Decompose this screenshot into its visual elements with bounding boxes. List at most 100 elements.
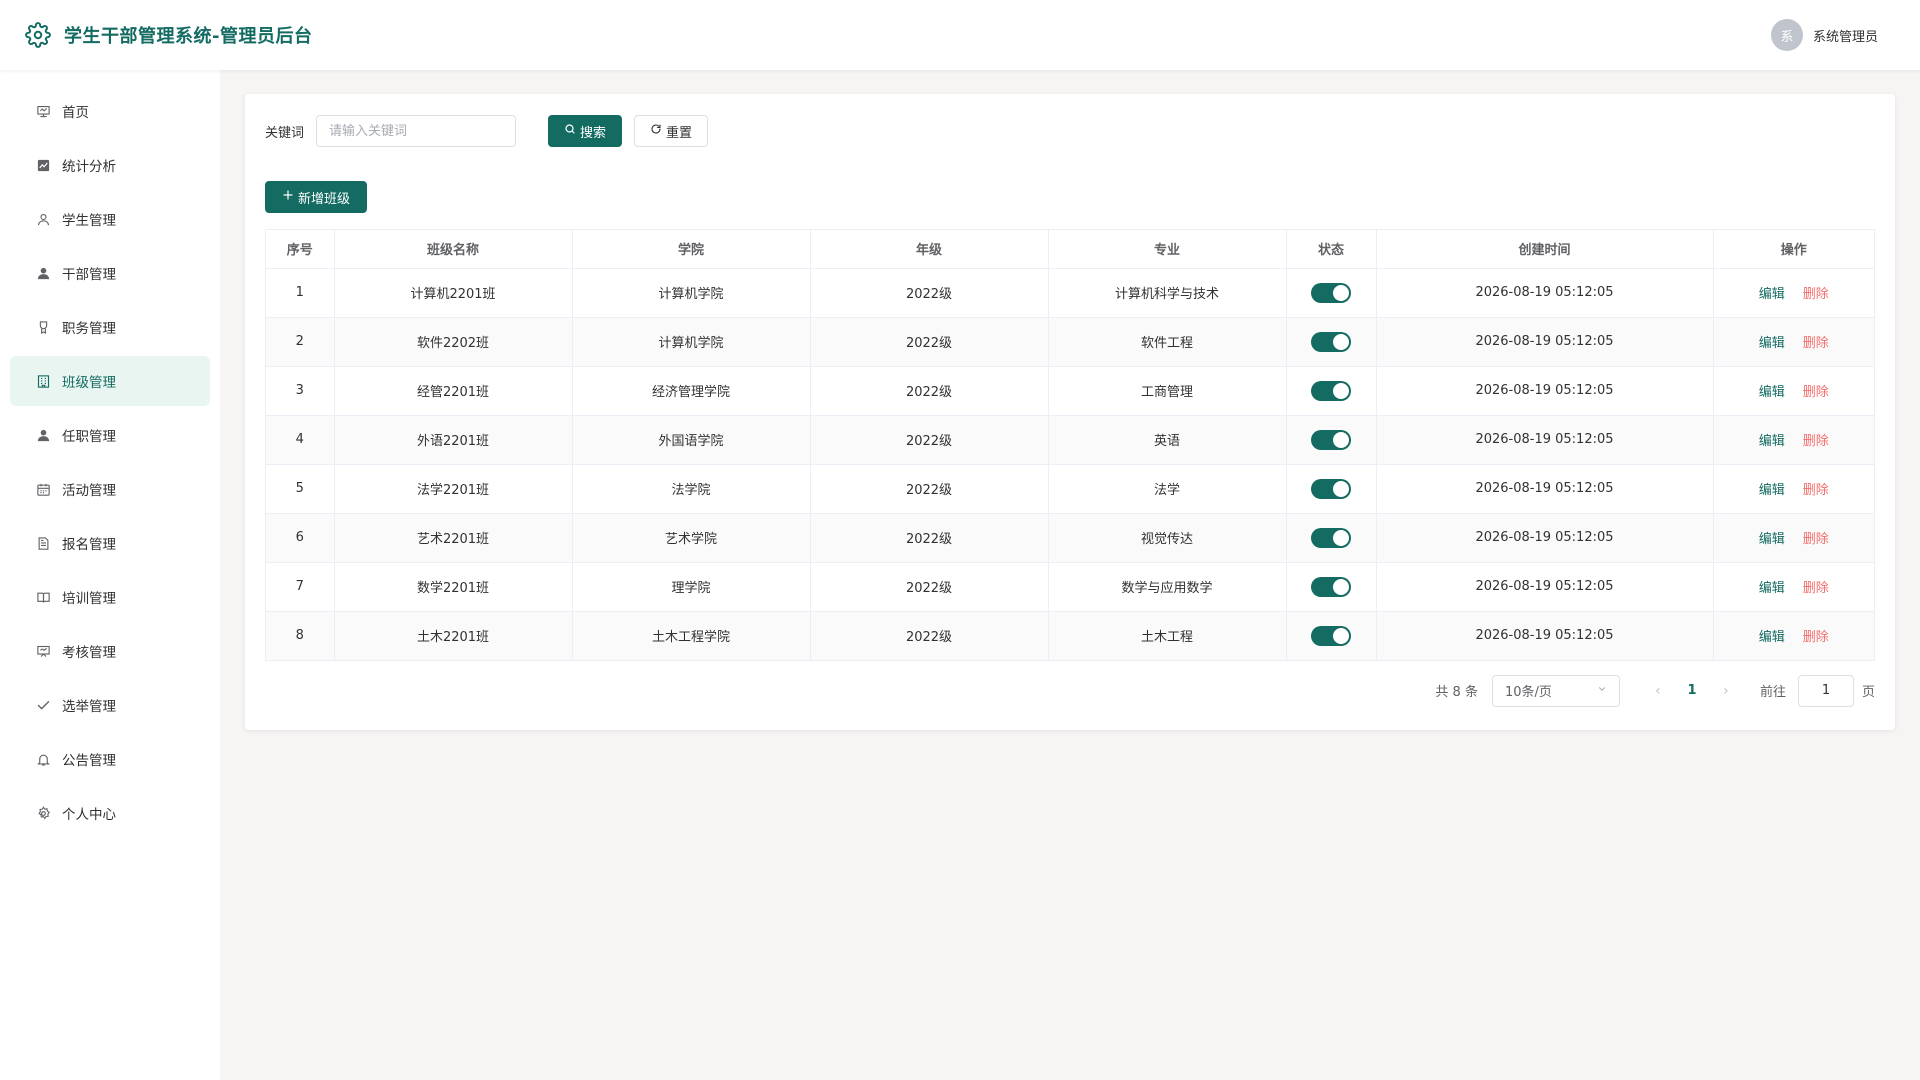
- status-toggle[interactable]: [1311, 429, 1351, 450]
- delete-button[interactable]: 删除: [1803, 483, 1829, 498]
- cell-college: 计算机学院: [572, 268, 811, 318]
- table-header: 序号 班级名称 学院 年级 专业 状态 创建时间 操作: [266, 230, 1874, 269]
- goto-label: 前往: [1759, 685, 1786, 700]
- status-toggle[interactable]: [1311, 527, 1351, 548]
- cell-major: 软件工程: [1048, 317, 1287, 367]
- sidebar-item-10[interactable]: 考核管理: [10, 626, 210, 676]
- username[interactable]: 系统管理员: [1813, 26, 1878, 45]
- sidebar-item-0[interactable]: 首页: [10, 86, 210, 136]
- cell-class-name: 数学2201班: [334, 562, 573, 612]
- building-icon: [34, 372, 52, 390]
- sidebar-item-2[interactable]: 学生管理: [10, 194, 210, 244]
- column-header: 年级: [810, 230, 1049, 269]
- status-toggle[interactable]: [1311, 331, 1351, 352]
- edit-button[interactable]: 编辑: [1759, 336, 1785, 351]
- edit-button[interactable]: 编辑: [1759, 532, 1785, 547]
- avatar[interactable]: 系: [1770, 19, 1803, 51]
- cell-class-name: 经管2201班: [334, 366, 573, 416]
- table-row: 2 软件2202班 计算机学院 2022级 软件工程 2026-08-19 05:12:0…: [266, 317, 1874, 367]
- page-number-current[interactable]: 1: [1676, 683, 1708, 698]
- delete-button[interactable]: 删除: [1803, 385, 1829, 400]
- sidebar-item-3[interactable]: 干部管理: [10, 248, 210, 298]
- user-filled-icon: [34, 426, 52, 444]
- cell-grade: 2022级: [810, 464, 1049, 514]
- sidebar-item-label: 培训管理: [62, 591, 116, 607]
- pagination-total: 共 8 条: [1435, 685, 1478, 700]
- column-header: 操作: [1713, 230, 1874, 269]
- class-table: 序号 班级名称 学院 年级 专业 状态 创建时间 操作 1 计算机2201班 计算机学院 2022级…: [265, 229, 1875, 661]
- edit-button[interactable]: 编辑: [1759, 434, 1785, 449]
- cell-actions: 编辑 删除: [1713, 464, 1874, 514]
- cell-college: 外国语学院: [572, 415, 811, 465]
- edit-button[interactable]: 编辑: [1759, 630, 1785, 645]
- page-suffix: 页: [1861, 685, 1875, 700]
- delete-button[interactable]: 删除: [1803, 336, 1829, 351]
- table-row: 6 艺术2201班 艺术学院 2022级 视觉传达 2026-08-19 05:12:05…: [266, 513, 1874, 563]
- cell-status: [1286, 366, 1377, 416]
- page-size-select[interactable]: 10条/页: [1491, 674, 1620, 707]
- column-header: 专业: [1048, 230, 1287, 269]
- keyword-input[interactable]: [316, 115, 517, 147]
- sidebar-item-label: 班级管理: [62, 375, 116, 391]
- sidebar-item-1[interactable]: 统计分析: [10, 140, 210, 190]
- cell-created: 2026-08-19 05:12:05: [1376, 268, 1714, 318]
- cell-grade: 2022级: [810, 562, 1049, 612]
- pagination: 共 8 条 10条/页 ‹ 1 › 前往 页: [265, 674, 1875, 707]
- add-class-button[interactable]: 新增班级: [265, 181, 367, 213]
- sidebar-item-13[interactable]: 个人中心: [10, 788, 210, 838]
- sidebar-item-label: 统计分析: [62, 159, 116, 175]
- delete-button[interactable]: 删除: [1803, 532, 1829, 547]
- delete-button[interactable]: 删除: [1803, 630, 1829, 645]
- cell-created: 2026-08-19 05:12:05: [1376, 562, 1714, 612]
- cell-created: 2026-08-19 05:12:05: [1376, 513, 1714, 563]
- chart-icon: [34, 156, 52, 174]
- page-size-value: 10条/页: [1504, 685, 1552, 700]
- cell-major: 视觉传达: [1048, 513, 1287, 563]
- cell-status: [1286, 513, 1377, 563]
- cell-college: 法学院: [572, 464, 811, 514]
- cell-actions: 编辑 删除: [1713, 611, 1874, 661]
- edit-button[interactable]: 编辑: [1759, 483, 1785, 498]
- cell-grade: 2022级: [810, 317, 1049, 367]
- cell-grade: 2022级: [810, 366, 1049, 416]
- search-button[interactable]: 搜索: [548, 115, 623, 147]
- goto-page-input[interactable]: [1797, 674, 1854, 707]
- next-page-icon[interactable]: ›: [1712, 683, 1740, 699]
- delete-button[interactable]: 删除: [1803, 434, 1829, 449]
- sidebar-item-5[interactable]: 班级管理: [10, 356, 210, 406]
- cell-class-name: 土木2201班: [334, 611, 573, 661]
- cell-class-name: 艺术2201班: [334, 513, 573, 563]
- sidebar-item-6[interactable]: 任职管理: [10, 410, 210, 460]
- sidebar-item-12[interactable]: 公告管理: [10, 734, 210, 784]
- edit-button[interactable]: 编辑: [1759, 287, 1785, 302]
- sidebar-item-label: 报名管理: [62, 537, 116, 553]
- sidebar-item-7[interactable]: 活动管理: [10, 464, 210, 514]
- sidebar-item-8[interactable]: 报名管理: [10, 518, 210, 568]
- status-toggle[interactable]: [1311, 282, 1351, 303]
- cell-actions: 编辑 删除: [1713, 317, 1874, 367]
- user-menu[interactable]: 系 系统管理员: [1770, 19, 1878, 51]
- prev-page-icon[interactable]: ‹: [1644, 683, 1672, 699]
- delete-button[interactable]: 删除: [1803, 581, 1829, 596]
- edit-button[interactable]: 编辑: [1759, 581, 1785, 596]
- sidebar-item-label: 干部管理: [62, 267, 116, 283]
- cell-status: [1286, 317, 1377, 367]
- cell-college: 经济管理学院: [572, 366, 811, 416]
- table-row: 3 经管2201班 经济管理学院 2022级 工商管理 2026-08-19 05:12:…: [266, 366, 1874, 416]
- sidebar-item-11[interactable]: 选举管理: [10, 680, 210, 730]
- cell-index: 7: [266, 562, 335, 612]
- search-button-label: 搜索: [580, 125, 607, 141]
- edit-button[interactable]: 编辑: [1759, 385, 1785, 400]
- cell-actions: 编辑 删除: [1713, 415, 1874, 465]
- delete-button[interactable]: 删除: [1803, 287, 1829, 302]
- reset-button[interactable]: 重置: [634, 115, 709, 147]
- sidebar-item-9[interactable]: 培训管理: [10, 572, 210, 622]
- cell-status: [1286, 464, 1377, 514]
- status-toggle[interactable]: [1311, 625, 1351, 646]
- status-toggle[interactable]: [1311, 576, 1351, 597]
- sidebar-item-4[interactable]: 职务管理: [10, 302, 210, 352]
- sidebar-item-label: 选举管理: [62, 699, 116, 715]
- status-toggle[interactable]: [1311, 478, 1351, 499]
- status-toggle[interactable]: [1311, 380, 1351, 401]
- sidebar-item-label: 任职管理: [62, 429, 116, 445]
